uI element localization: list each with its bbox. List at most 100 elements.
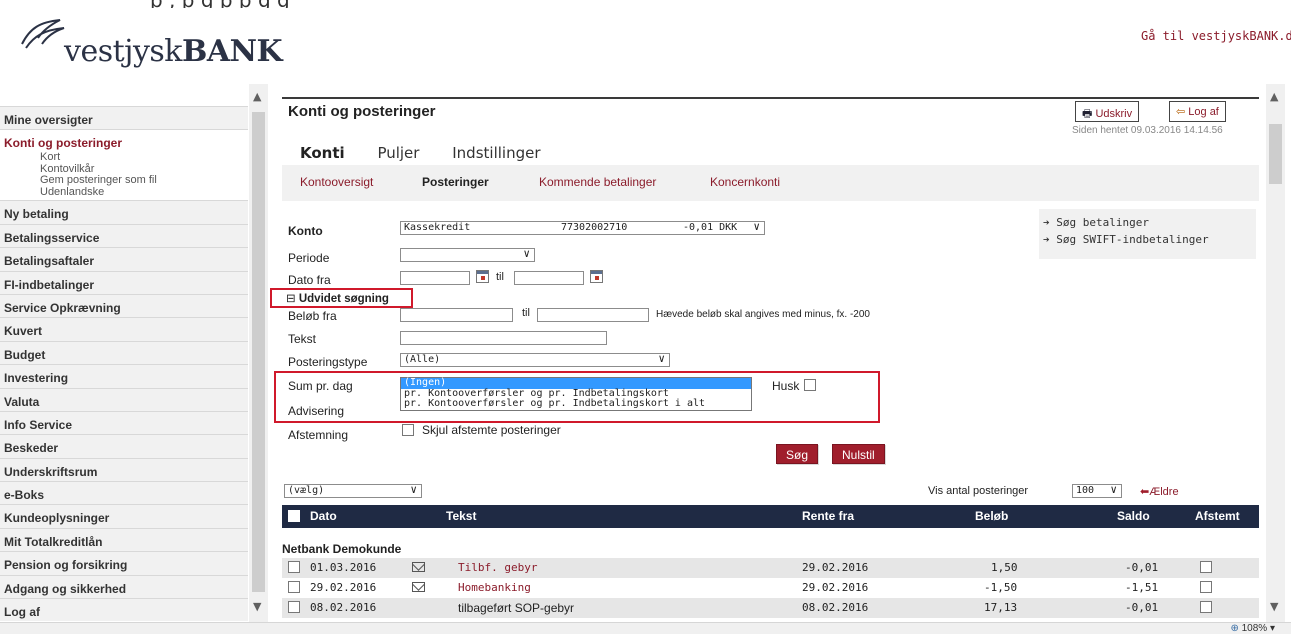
sidebar-item-kundeoplysninger[interactable]: Kundeoplysninger <box>0 504 248 528</box>
sidebar-item-investering[interactable]: Investering <box>0 364 248 388</box>
row-rente-fra: 29.02.2016 <box>802 581 869 594</box>
sidebar-item-e-boks[interactable]: e-Boks <box>0 481 248 505</box>
reset-button[interactable]: Nulstil <box>832 444 885 464</box>
scrollbar-thumb[interactable] <box>1269 124 1282 184</box>
action-select[interactable]: (vælg) <box>284 484 422 498</box>
skjul-afstemte-checkbox[interactable] <box>402 424 414 436</box>
sidebar-item-mine-oversigter[interactable]: Mine oversigter <box>0 106 248 130</box>
select-all-checkbox[interactable] <box>288 510 300 522</box>
col-tekst[interactable]: Tekst <box>446 509 476 523</box>
row-select-checkbox[interactable] <box>288 601 300 613</box>
table-row[interactable]: 01.03.2016 Tilbf. gebyr 29.02.2016 1,50 … <box>282 558 1259 578</box>
sidebar-item-betalingsservice[interactable]: Betalingsservice <box>0 223 248 248</box>
sidebar-item-label: Konti og posteringer <box>4 136 122 151</box>
sidebar-subitem-kort[interactable]: Kort <box>0 152 248 164</box>
tab-indstillinger[interactable]: Indstillinger <box>452 144 540 162</box>
row-afstemt-checkbox[interactable] <box>1200 561 1212 573</box>
search-button[interactable]: Søg <box>776 444 819 464</box>
sidebar-item-totalkreditlaan[interactable]: Mit Totalkreditlån <box>0 527 248 552</box>
sidebar-item-fi-indbetalinger[interactable]: FI-indbetalinger <box>0 270 248 294</box>
subnav-kommende-betalinger[interactable]: Kommende betalinger <box>539 175 656 189</box>
goto-site-link[interactable]: Gå til vestjyskBANK.dk <box>1141 29 1291 43</box>
logout-button[interactable]: ⇦ Log af <box>1169 101 1226 122</box>
beloeb-fra-label: Beløb fra <box>288 309 337 323</box>
mail-icon[interactable] <box>412 582 425 592</box>
beloeb-fra-input[interactable] <box>400 308 513 322</box>
mail-icon[interactable] <box>412 562 425 572</box>
col-afstemt[interactable]: Afstemt <box>1195 509 1240 523</box>
sidebar-item-log-af[interactable]: Log af <box>0 598 248 622</box>
zoom-icon: ⊕ <box>1230 623 1239 634</box>
sum-option-ingen[interactable]: (Ingen) <box>401 377 751 389</box>
older-link[interactable]: ⬅Ældre <box>1140 485 1179 498</box>
sidebar-item-budget[interactable]: Budget <box>0 340 248 365</box>
skjul-afstemte-label: Skjul afstemte posteringer <box>422 423 561 437</box>
sidebar-item-underskriftsrum[interactable]: Underskriftsrum <box>0 457 248 482</box>
row-select-checkbox[interactable] <box>288 561 300 573</box>
sidebar-item-service-opkraevning[interactable]: Service Opkrævning <box>0 293 248 318</box>
row-saldo: -1,51 <box>1125 581 1159 594</box>
header-rule <box>282 97 1259 99</box>
konto-label: Konto <box>288 224 323 238</box>
row-afstemt-checkbox[interactable] <box>1200 581 1212 593</box>
sidebar-item-adgang[interactable]: Adgang og sikkerhed <box>0 574 248 599</box>
scroll-up-icon[interactable]: ▲ <box>1270 90 1278 103</box>
scroll-down-icon[interactable]: ▼ <box>1270 600 1278 613</box>
zoom-control[interactable]: ⊕ 108% ▾ <box>1230 623 1275 634</box>
vestjyskbank-logo[interactable]: vestjyskBANK <box>20 18 283 70</box>
calendar-icon[interactable] <box>590 270 603 283</box>
col-dato[interactable]: Dato <box>310 509 337 523</box>
sidebar-item-kuvert[interactable]: Kuvert <box>0 317 248 341</box>
print-button[interactable]: 🖶 Udskriv <box>1075 101 1140 122</box>
sidebar-item-valuta[interactable]: Valuta <box>0 387 248 411</box>
table-row[interactable]: 08.02.2016 tilbageført SOP-gebyr 08.02.2… <box>282 598 1259 618</box>
posteringstype-select[interactable]: (Alle) <box>400 353 670 367</box>
row-afstemt-checkbox[interactable] <box>1200 601 1212 613</box>
col-rente-fra[interactable]: Rente fra <box>802 509 854 523</box>
link-soeg-swift[interactable]: ➔ Søg SWIFT-indbetalinger <box>1043 233 1256 246</box>
sidebar-item-konti-og-posteringer[interactable]: Konti og posteringer <box>0 129 248 153</box>
tab-puljer[interactable]: Puljer <box>377 144 419 162</box>
dato-fra-input[interactable] <box>400 271 470 285</box>
sidebar-subitem-udenlandske[interactable]: Udenlandske <box>0 186 248 199</box>
tab-konti[interactable]: Konti <box>300 144 345 162</box>
count-select[interactable]: 100 <box>1072 484 1122 498</box>
bird-logo-icon <box>21 19 65 49</box>
subnav-posteringer[interactable]: Posteringer <box>422 175 489 189</box>
scrollbar-thumb[interactable] <box>252 112 265 592</box>
udvidet-soegning-toggle[interactable]: ⊟ Udvidet søgning <box>286 291 389 305</box>
tekst-input[interactable] <box>400 331 607 345</box>
subnav-kontooversigt[interactable]: Kontooversigt <box>300 175 373 189</box>
link-soeg-betalinger[interactable]: ➔ Søg betalinger <box>1043 216 1256 229</box>
sidebar-item-info-service[interactable]: Info Service <box>0 410 248 435</box>
row-text-link[interactable]: Tilbf. gebyr <box>458 561 537 574</box>
subnav-koncernkonti[interactable]: Koncernkonti <box>710 175 780 189</box>
sidebar-item-betalingsaftaler[interactable]: Betalingsaftaler <box>0 247 248 271</box>
table-row[interactable]: 29.02.2016 Homebanking 29.02.2016 -1,50 … <box>282 578 1259 598</box>
page-scrollbar[interactable]: ▲ ▼ <box>1266 84 1285 622</box>
beloeb-til-input[interactable] <box>537 308 649 322</box>
sidebar-scrollbar[interactable]: ▲ ▼ <box>249 84 268 622</box>
row-select-checkbox[interactable] <box>288 581 300 593</box>
sidebar-item-pension[interactable]: Pension og forsikring <box>0 551 248 575</box>
arrow-right-icon: ➔ <box>1043 233 1050 246</box>
calendar-icon[interactable] <box>476 270 489 283</box>
advisering-label: Advisering <box>288 404 345 418</box>
group-label: Netbank Demokunde <box>282 542 402 556</box>
posteringstype-label: Posteringstype <box>288 355 368 369</box>
sidebar-item-beskeder[interactable]: Beskeder <box>0 434 248 458</box>
periode-select[interactable] <box>400 248 535 262</box>
sidebar-item-ny-betaling[interactable]: Ny betaling <box>0 200 248 224</box>
sum-pr-dag-listbox[interactable]: (Ingen) pr. Kontooverførsler og pr. Indb… <box>400 377 752 411</box>
dato-til-input[interactable] <box>514 271 584 285</box>
scroll-down-icon[interactable]: ▼ <box>253 600 261 613</box>
col-saldo[interactable]: Saldo <box>1117 509 1150 523</box>
scroll-up-icon[interactable]: ▲ <box>253 90 261 103</box>
sum-option-pr-kontooverfoersler-i-alt[interactable]: pr. Kontooverførsler og pr. Indbetalings… <box>401 398 751 410</box>
row-text-link[interactable]: Homebanking <box>458 581 531 594</box>
husk-checkbox[interactable] <box>804 379 816 391</box>
konto-select[interactable]: Kassekredit 77302002710 -0,01 DKK <box>400 221 765 235</box>
col-beloeb[interactable]: Beløb <box>975 509 1008 523</box>
sidebar-subitem-gem-posteringer[interactable]: Gem posteringer som fil <box>0 175 248 187</box>
row-text: tilbageført SOP-gebyr <box>458 601 575 615</box>
